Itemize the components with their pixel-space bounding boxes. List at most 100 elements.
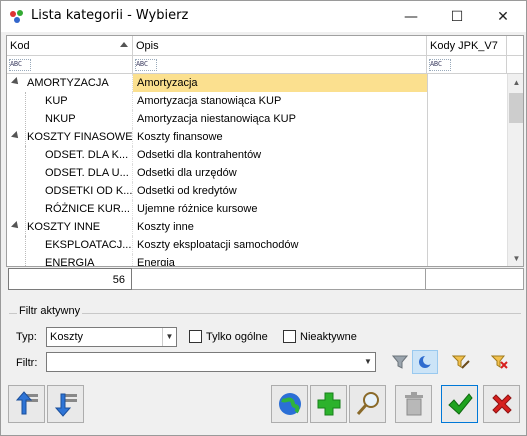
table-row[interactable]: KUP Amortyzacja stanowiąca KUP [7,92,507,110]
maximize-button[interactable]: ☐ [434,1,480,32]
cell-jpk [427,236,507,254]
scroll-thumb[interactable] [509,93,523,123]
plus-icon [317,392,340,416]
tylko-ogolne-checkbox[interactable] [189,330,202,343]
trash-icon [404,392,423,416]
window: Lista kategorii - Wybierz — ☐ ✕ Kod Opis… [0,0,527,436]
cell-kod: EKSPLOATACJ... [7,236,133,254]
table-row[interactable]: KOSZTY INNE Koszty inne [7,218,507,236]
tylko-ogolne-label: Tylko ogólne [206,331,268,343]
filtr-label: Filtr: [16,357,38,369]
cell-jpk [427,164,507,182]
edit-button[interactable] [349,385,386,423]
filter-cell-jpk[interactable]: ABC [427,56,507,74]
filter-cell-kod[interactable]: ABC [7,56,133,74]
filter-cell-opis[interactable]: ABC [133,56,427,74]
category-grid: Kod Opis Kody JPK_V7 ABC ABC ABC AMORTYZ… [6,35,524,267]
scroll-down-icon[interactable]: ▼ [508,250,523,266]
cell-kod: NKUP [7,110,133,128]
cell-kod: ODSETKI OD K... [7,182,133,200]
table-row[interactable]: EKSPLOATACJ... Koszty eksploatacji samoch… [7,236,507,254]
cell-opis: Energia [137,257,175,267]
footer-cell-jpk [426,268,524,290]
move-down-icon [54,393,77,417]
table-row[interactable]: AMORTYZACJA Amortyzacja [7,74,507,92]
chevron-down-icon[interactable]: ▼ [162,328,176,346]
funnel-icon[interactable] [387,350,413,374]
moon-toggle-icon[interactable] [412,350,438,374]
move-up-button[interactable] [8,385,45,423]
filter-clear-icon[interactable] [487,350,513,374]
cell-jpk [427,254,507,266]
filter-build-icon[interactable] [448,350,474,374]
minimize-button[interactable]: — [388,1,434,32]
title-bar[interactable]: Lista kategorii - Wybierz — ☐ ✕ [1,1,526,32]
cell-opis: Ujemne różnice kursowe [137,203,258,215]
filter-corner [507,56,523,74]
nieaktywne-checkbox[interactable] [283,330,296,343]
cell-opis: Koszty inne [137,221,194,233]
cell-jpk [427,110,507,128]
cell-kod: KOSZTY FINASOWE [7,128,133,146]
cell-opis: Odsetki od kredytów [137,185,237,197]
magnifier-icon [356,392,379,415]
cell-jpk [427,146,507,164]
cell-kod: AMORTYZACJA [7,74,133,92]
table-row[interactable]: NKUP Amortyzacja niestanowiąca KUP [7,110,507,128]
cell-jpk [427,182,507,200]
scroll-up-icon[interactable]: ▲ [508,74,523,91]
cell-opis: Odsetki dla kontrahentów [137,149,262,161]
table-row[interactable]: ODSET. DLA K... Odsetki dla kontrahentów [7,146,507,164]
cross-icon [491,394,512,414]
web-button[interactable] [271,385,308,423]
filter-group-title: Filtr aktywny [17,305,83,317]
filtr-input[interactable]: ▼ [46,352,376,372]
table-row[interactable]: ODSETKI OD K... Odsetki od kredytów [7,182,507,200]
footer-cell-opis [132,268,426,290]
column-header-opis[interactable]: Opis [133,36,427,56]
move-down-button[interactable] [47,385,84,423]
globe-icon [278,393,301,415]
cell-opis: Koszty finansowe [137,131,223,143]
header-corner [507,36,523,56]
cell-opis: Amortyzacja niestanowiąca KUP [137,113,296,125]
table-row[interactable]: ENERGIA Energia [7,254,507,267]
cell-jpk [427,74,507,92]
sort-ascending-icon [120,42,128,47]
cell-jpk [427,218,507,236]
column-header-jpk[interactable]: Kody JPK_V7 [427,36,507,56]
table-row[interactable]: RÓŻNICE KUR... Ujemne różnice kursowe [7,200,507,218]
checkmark-icon [447,393,473,415]
cell-kod: KUP [7,92,133,110]
column-header-kod[interactable]: Kod [7,36,133,56]
close-button[interactable]: ✕ [480,1,526,32]
table-row[interactable]: ODSET. DLA U... Odsetki dla urzędów [7,164,507,182]
cell-jpk [427,128,507,146]
typ-label: Typ: [16,331,37,343]
categories-icon [10,10,23,23]
ok-button[interactable] [441,385,478,423]
cancel-button[interactable] [483,385,520,423]
typ-select-value: Koszty [50,331,84,343]
add-button[interactable] [310,385,347,423]
typ-select[interactable]: Koszty ▼ [46,327,177,347]
cell-kod: ENERGIA [7,254,133,266]
cell-opis: Amortyzacja [133,74,427,92]
table-row[interactable]: KOSZTY FINASOWE Koszty finansowe [7,128,507,146]
cell-opis: Odsetki dla urzędów [137,167,237,179]
cell-jpk [427,200,507,218]
cell-kod: RÓŻNICE KUR... [7,200,133,218]
cell-jpk [427,92,507,110]
delete-button[interactable] [395,385,432,423]
nieaktywne-label: Nieaktywne [300,331,357,343]
cell-kod: ODSET. DLA K... [7,146,133,164]
cell-kod: KOSZTY INNE [7,218,133,236]
cell-opis: Amortyzacja stanowiąca KUP [137,95,282,107]
move-up-icon [15,391,38,415]
cell-kod: ODSET. DLA U... [7,164,133,182]
chevron-down-icon[interactable]: ▼ [361,353,375,371]
vertical-scrollbar[interactable]: ▲ ▼ [507,74,523,266]
record-count: 56 [8,268,132,290]
window-title: Lista kategorii - Wybierz [31,8,189,23]
cell-opis: Koszty eksploatacji samochodów [137,239,299,251]
